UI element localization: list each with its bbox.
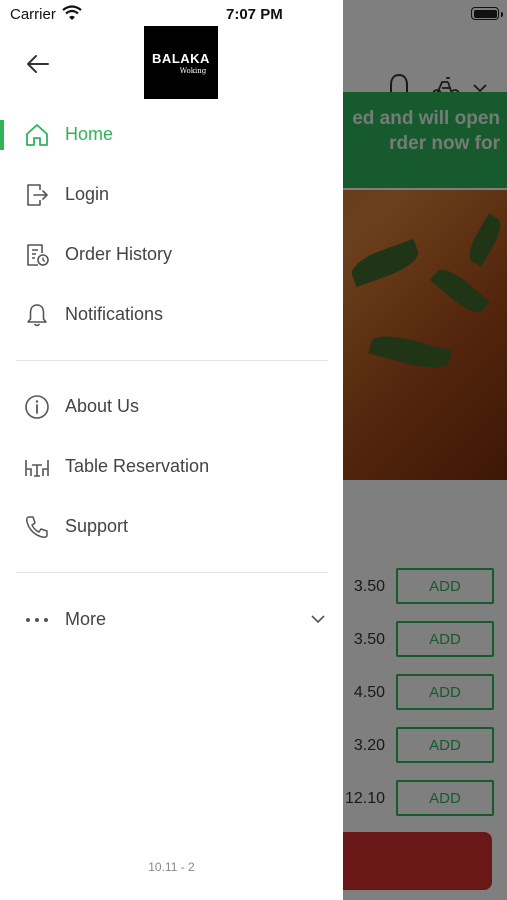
menu-item-label: Notifications [65,304,164,324]
back-arrow-icon[interactable] [22,48,54,80]
menu-divider [16,360,328,361]
menu-item-order-history[interactable]: Order History [0,230,343,280]
bell-icon [27,304,47,327]
menu-item-login[interactable]: Login [0,170,343,220]
menu-item-support[interactable]: Support [0,502,343,552]
menu-item-label: Login [65,184,110,204]
logo-text: BALAKA [152,50,210,66]
menu-item-label: Home [65,124,114,144]
carrier-label: Carrier [10,6,56,23]
menu-item-about-us[interactable]: About Us [0,382,343,432]
chevron-down-icon [311,615,325,624]
logo-subtext: Woking [179,66,207,75]
menu-item-label: More [65,609,107,629]
status-bar: Carrier 7:07 PM [0,0,507,28]
navigation-drawer: BALAKA Woking Home Login Order History N… [0,0,343,900]
menu-item-label: Table Reservation [65,456,210,476]
login-icon [27,184,48,206]
menu-item-label: Order History [65,244,173,264]
menu-item-label: Support [65,516,129,536]
battery-icon [471,7,503,20]
menu-divider [16,572,328,573]
menu-item-home[interactable]: Home [0,110,343,160]
table-icon [25,460,49,477]
phone-icon [25,516,48,539]
app-version: 10.11 - 2 [148,860,195,874]
more-dots-icon [26,618,48,622]
status-time: 7:07 PM [226,6,283,23]
menu-item-label: About Us [65,396,140,416]
info-icon [25,395,49,419]
menu-item-table-reservation[interactable]: Table Reservation [0,442,343,492]
restaurant-logo: BALAKA Woking [144,26,218,99]
menu-item-notifications[interactable]: Notifications [0,290,343,340]
home-icon [26,124,48,146]
menu-item-more[interactable]: More [0,595,343,645]
wifi-icon [62,5,82,20]
order-history-icon [27,244,49,266]
active-indicator [0,120,4,150]
